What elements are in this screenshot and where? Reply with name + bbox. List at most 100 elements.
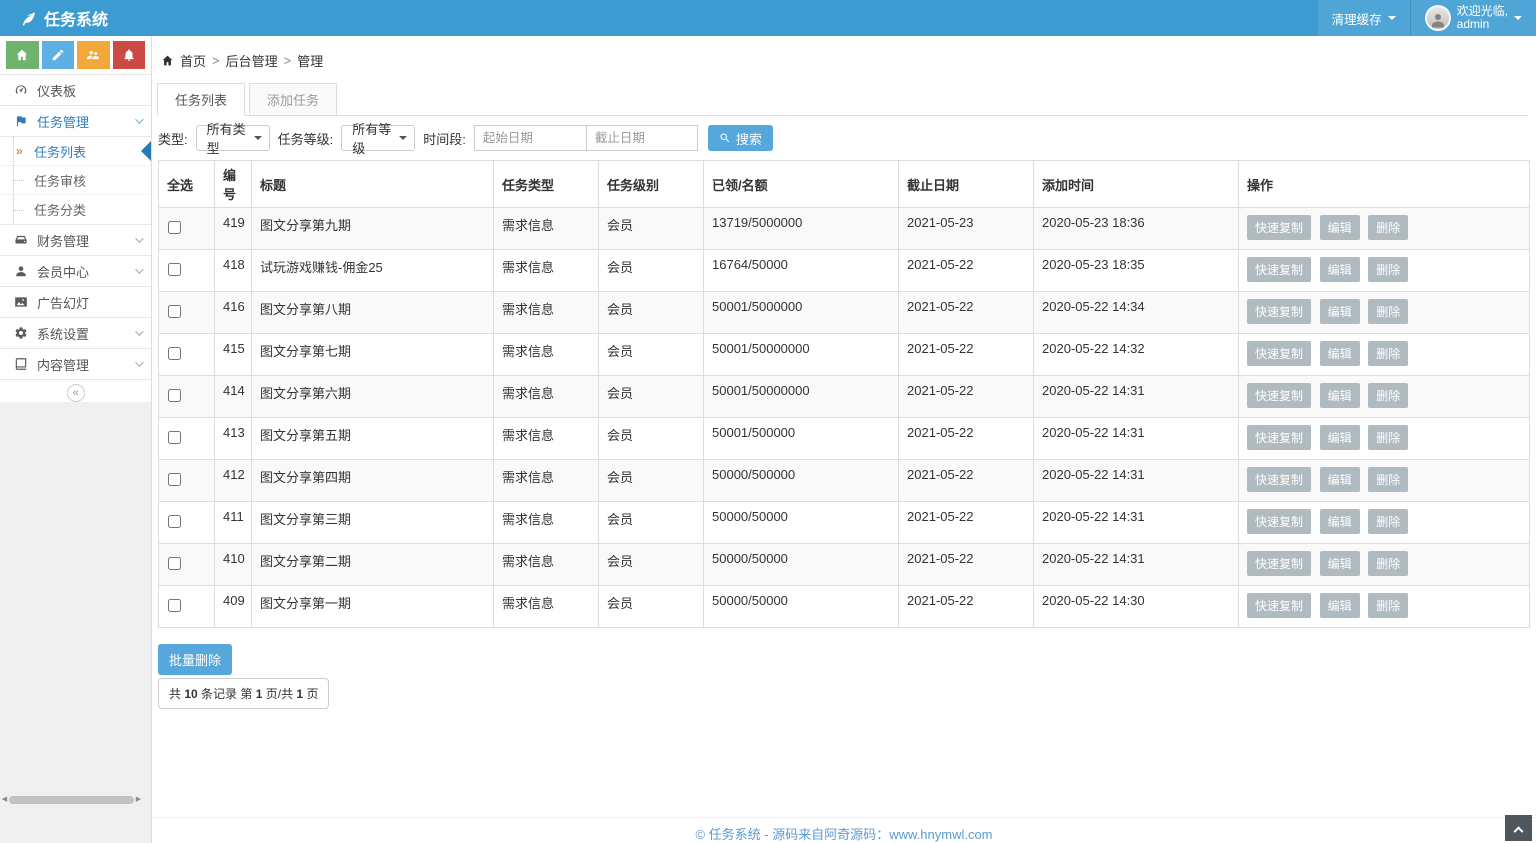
delete-button[interactable]: 删除 [1368,425,1408,450]
quick-copy-button[interactable]: 快速复制 [1247,467,1311,492]
sidebar-item-members[interactable]: 会员中心 [0,256,151,287]
main-content: 首页 > 后台管理 > 管理 任务列表 添加任务 类型: 所有类型 任务等级: … [152,36,1536,843]
edit-button[interactable]: 编辑 [1320,551,1360,576]
delete-button[interactable]: 删除 [1368,593,1408,618]
quick-copy-button[interactable]: 快速复制 [1247,551,1311,576]
edit-button[interactable]: 编辑 [1320,425,1360,450]
users-button[interactable] [77,41,110,69]
row-checkbox[interactable] [168,263,181,276]
row-checkbox[interactable] [168,515,181,528]
quick-copy-button[interactable]: 快速复制 [1247,593,1311,618]
quick-copy-button[interactable]: 快速复制 [1247,341,1311,366]
search-button[interactable]: 搜索 [708,125,773,151]
row-checkbox[interactable] [168,347,181,360]
cell-deadline: 2021-05-22 [899,586,1034,628]
search-icon [719,132,731,144]
pagination-text: 页/共 [262,687,296,701]
sidebar-subitem-task-category[interactable]: 任务分类 [0,195,151,224]
cell-quota: 50001/5000000 [704,292,899,334]
edit-button[interactable]: 编辑 [1320,257,1360,282]
sidebar-subitem-task-review[interactable]: 任务审核 [0,166,151,195]
cell-level: 会员 [599,334,704,376]
sidebar-item-label: 任务管理 [37,112,126,131]
end-date-input[interactable] [586,126,697,150]
breadcrumb-separator: > [212,53,220,68]
delete-button[interactable]: 删除 [1368,341,1408,366]
edit-button[interactable] [42,41,75,69]
row-checkbox[interactable] [168,599,181,612]
sidebar-item-task-management[interactable]: 任务管理 [0,106,151,137]
cell-type: 需求信息 [494,502,599,544]
footer-link[interactable]: www.hnymwl.com [889,827,992,842]
edit-button[interactable]: 编辑 [1320,383,1360,408]
batch-delete-button[interactable]: 批量删除 [158,644,232,675]
tab-task-list[interactable]: 任务列表 [157,83,245,116]
horizontal-scrollbar[interactable]: ◀ ▶ [0,794,143,806]
delete-button[interactable]: 删除 [1368,509,1408,534]
type-select-value: 所有类型 [207,119,254,157]
breadcrumb-item[interactable]: 后台管理 [226,51,278,70]
notifications-button[interactable] [113,41,146,69]
row-checkbox[interactable] [168,473,181,486]
scrollbar-thumb[interactable] [9,796,134,804]
cell-type: 需求信息 [494,208,599,250]
cell-title: 图文分享第七期 [252,334,494,376]
row-checkbox[interactable] [168,305,181,318]
row-checkbox[interactable] [168,221,181,234]
quick-copy-button[interactable]: 快速复制 [1247,215,1311,240]
cell-title: 图文分享第八期 [252,292,494,334]
edit-button[interactable]: 编辑 [1320,593,1360,618]
back-to-top-button[interactable] [1505,815,1532,841]
cell-added: 2020-05-22 14:34 [1034,292,1239,334]
sidebar-item-dashboard[interactable]: 仪表板 [0,75,151,106]
delete-button[interactable]: 删除 [1368,551,1408,576]
cell-deadline: 2021-05-22 [899,292,1034,334]
scroll-left-arrow-icon[interactable]: ◀ [0,794,9,806]
quick-copy-button[interactable]: 快速复制 [1247,299,1311,324]
cell-quota: 50000/50000 [704,544,899,586]
start-date-input[interactable] [475,126,586,150]
delete-button[interactable]: 删除 [1368,215,1408,240]
row-checkbox[interactable] [168,431,181,444]
delete-button[interactable]: 删除 [1368,257,1408,282]
sidebar-subitem-task-list[interactable]: » 任务列表 [0,137,151,166]
column-header-title: 标题 [252,161,494,208]
sidebar-item-settings[interactable]: 系统设置 [0,318,151,349]
table-row: 411 图文分享第三期 需求信息 会员 50000/50000 2021-05-… [159,502,1530,544]
row-checkbox[interactable] [168,389,181,402]
delete-button[interactable]: 删除 [1368,467,1408,492]
collapse-sidebar-button[interactable]: « [67,384,85,402]
quick-copy-button[interactable]: 快速复制 [1247,425,1311,450]
edit-button[interactable]: 编辑 [1320,215,1360,240]
breadcrumb-item[interactable]: 管理 [297,51,323,70]
edit-button[interactable]: 编辑 [1320,341,1360,366]
tab-add-task[interactable]: 添加任务 [249,83,337,116]
edit-button[interactable]: 编辑 [1320,299,1360,324]
sidebar-item-content[interactable]: 内容管理 [0,349,151,380]
scroll-right-arrow-icon[interactable]: ▶ [134,794,143,806]
type-select[interactable]: 所有类型 [196,125,270,151]
user-menu[interactable]: 欢迎光临, admin [1411,0,1536,36]
cell-title: 图文分享第五期 [252,418,494,460]
column-header-id: 编号 [215,161,252,208]
quick-copy-button[interactable]: 快速复制 [1247,383,1311,408]
sidebar-item-finance[interactable]: 财务管理 [0,225,151,256]
level-select[interactable]: 所有等级 [341,125,415,151]
cell-title: 图文分享第一期 [252,586,494,628]
subitem-label: 任务审核 [34,171,86,190]
row-checkbox[interactable] [168,557,181,570]
sidebar-item-ad-slides[interactable]: 广告幻灯 [0,287,151,318]
brand-logo[interactable]: 任务系统 [0,6,108,30]
cell-id: 419 [215,208,252,250]
delete-button[interactable]: 删除 [1368,299,1408,324]
breadcrumb-home[interactable]: 首页 [180,51,206,70]
edit-button[interactable]: 编辑 [1320,467,1360,492]
book-icon [14,357,28,371]
quick-copy-button[interactable]: 快速复制 [1247,257,1311,282]
delete-button[interactable]: 删除 [1368,383,1408,408]
edit-button[interactable]: 编辑 [1320,509,1360,534]
user-icon [14,264,28,278]
quick-copy-button[interactable]: 快速复制 [1247,509,1311,534]
home-button[interactable] [6,41,39,69]
clear-cache-button[interactable]: 清理缓存 [1318,0,1410,36]
